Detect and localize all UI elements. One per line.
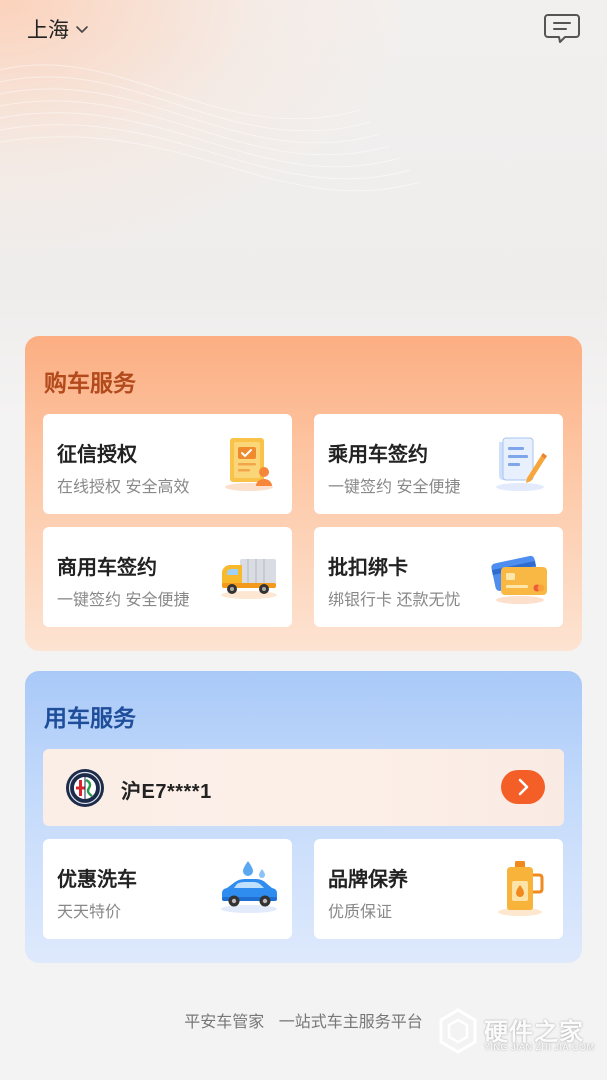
tile-credit-authorization[interactable]: 征信授权 在线授权 安全高效: [43, 414, 292, 514]
tile-title: 商用车签约: [57, 557, 157, 579]
engine-oil-icon: [498, 861, 544, 916]
footer-brand: 平安车管家: [184, 1014, 265, 1031]
tile-title: 优惠洗车: [57, 869, 137, 891]
chevron-right-icon[interactable]: [501, 770, 545, 804]
tile-subtitle: 一键签约 安全便捷: [57, 592, 190, 609]
alfa-romeo-logo: [66, 769, 104, 807]
chevron-down-icon: [76, 26, 88, 33]
buy-service-title: 购车服务: [44, 370, 136, 396]
watermark-subtext: YING JIAN ZHI JIA.COM: [484, 1042, 595, 1052]
tile-title: 征信授权: [57, 444, 137, 466]
car-wash-icon: [221, 861, 277, 913]
tile-subtitle: 在线授权 安全高效: [57, 479, 190, 496]
use-service-card: 用车服务 沪E7****1 优惠洗车 天天特价 品牌保养 优质保证: [25, 671, 582, 963]
tile-subtitle: 一键签约 安全便捷: [328, 479, 461, 496]
truck-icon: [221, 559, 277, 599]
vehicle-row[interactable]: 沪E7****1: [43, 749, 564, 826]
message-icon[interactable]: [543, 12, 581, 46]
tile-subtitle: 绑银行卡 还款无忧: [328, 592, 461, 609]
tile-title: 品牌保养: [328, 869, 408, 891]
credit-authorization-icon: [225, 438, 273, 491]
tile-passenger-car-signing[interactable]: 乘用车签约 一键签约 安全便捷: [314, 414, 563, 514]
tile-brand-maintenance[interactable]: 品牌保养 优质保证: [314, 839, 563, 939]
footer: 平安车管家 一站式车主服务平台: [0, 1008, 607, 1034]
tile-subtitle: 天天特价: [57, 904, 122, 921]
license-plate: 沪E7****1: [121, 781, 212, 803]
footer-slogan: 一站式车主服务平台: [278, 1014, 423, 1031]
use-service-title: 用车服务: [44, 705, 136, 731]
city-label: 上海: [27, 19, 69, 42]
buy-service-card: 购车服务 征信授权 在线授权 安全高效 乘用车签约 一键签约 安全便捷 商用车签…: [25, 336, 582, 651]
tile-auto-debit-card-binding[interactable]: 批扣绑卡 绑银行卡 还款无忧: [314, 527, 563, 627]
contract-signing-icon: [496, 437, 547, 491]
tile-subtitle: 优质保证: [328, 904, 393, 921]
tile-car-wash[interactable]: 优惠洗车 天天特价: [43, 839, 292, 939]
top-bar: 上海: [0, 0, 607, 60]
city-selector[interactable]: 上海: [27, 15, 89, 43]
tile-commercial-vehicle-signing[interactable]: 商用车签约 一键签约 安全便捷: [43, 527, 292, 627]
bank-card-icon: [491, 555, 547, 604]
tile-title: 乘用车签约: [328, 444, 428, 466]
tile-title: 批扣绑卡: [328, 557, 408, 579]
